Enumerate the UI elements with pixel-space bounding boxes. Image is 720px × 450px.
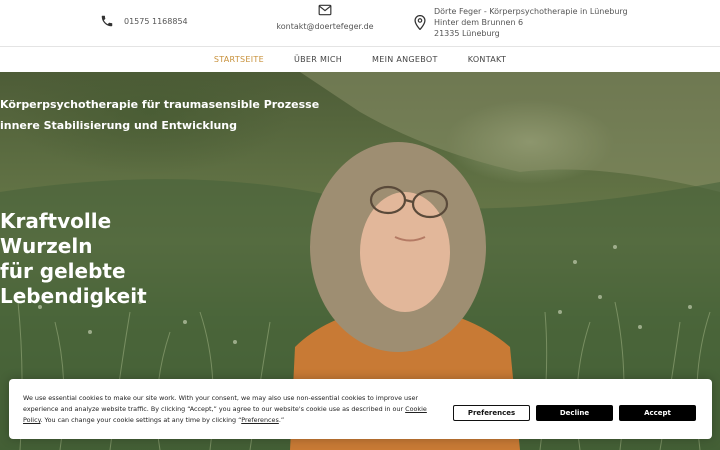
- nav-item-ueber-mich[interactable]: ÜBER MICH: [294, 55, 342, 64]
- decline-button[interactable]: Decline: [536, 405, 613, 421]
- mail-icon: [318, 4, 332, 16]
- address-line-1: Dörte Feger - Körperpsychotherapie in Lü…: [434, 7, 628, 16]
- hero-tagline-2: innere Stabilisierung und Entwicklung: [0, 119, 238, 132]
- nav-item-startseite[interactable]: STARTSEITE: [214, 55, 264, 64]
- cookie-banner: We use essential cookies to make our sit…: [9, 379, 712, 439]
- headline-line-2: Wurzeln: [0, 234, 93, 258]
- cookie-message: We use essential cookies to make our sit…: [23, 393, 443, 426]
- email-contact[interactable]: kontakt@doertefeger.de: [276, 4, 374, 31]
- nav-item-mein-angebot[interactable]: MEIN ANGEBOT: [372, 55, 438, 64]
- address-line-2: Hinter dem Brunnen 6: [434, 18, 524, 27]
- cookie-text-part-2: . You can change your cookie settings at…: [40, 416, 242, 424]
- top-contact-bar: 01575 1168854 kontakt@doertefeger.de Dör…: [0, 0, 720, 46]
- cookie-preferences-link[interactable]: Preferences: [241, 416, 279, 424]
- address-contact: Dörte Feger - Körperpsychotherapie in Lü…: [414, 6, 628, 39]
- nav-item-kontakt[interactable]: KONTAKT: [468, 55, 506, 64]
- address-line-3: 21335 Lüneburg: [434, 29, 500, 38]
- email-address[interactable]: kontakt@doertefeger.de: [276, 22, 373, 31]
- hero-tagline-1: Körperpsychotherapie für traumasensible …: [0, 98, 320, 111]
- cookie-text-part-3: .”: [278, 416, 285, 424]
- accept-button[interactable]: Accept: [619, 405, 696, 421]
- phone-number[interactable]: 01575 1168854: [124, 17, 188, 26]
- cookie-text-part-1: We use essential cookies to make our sit…: [23, 394, 419, 413]
- map-pin-icon: [414, 15, 426, 30]
- headline-line-4: Lebendigkeit: [0, 284, 147, 308]
- headline-line-1: Kraftvolle: [0, 209, 112, 233]
- preferences-button[interactable]: Preferences: [453, 405, 530, 421]
- headline-line-3: für gelebte: [0, 259, 126, 283]
- hero-headline: Kraftvolle Wurzeln für gelebte Lebendigk…: [0, 209, 147, 309]
- phone-contact[interactable]: 01575 1168854: [100, 14, 188, 28]
- phone-icon: [101, 15, 113, 27]
- main-navigation: STARTSEITE ÜBER MICH MEIN ANGEBOT KONTAK…: [0, 46, 720, 72]
